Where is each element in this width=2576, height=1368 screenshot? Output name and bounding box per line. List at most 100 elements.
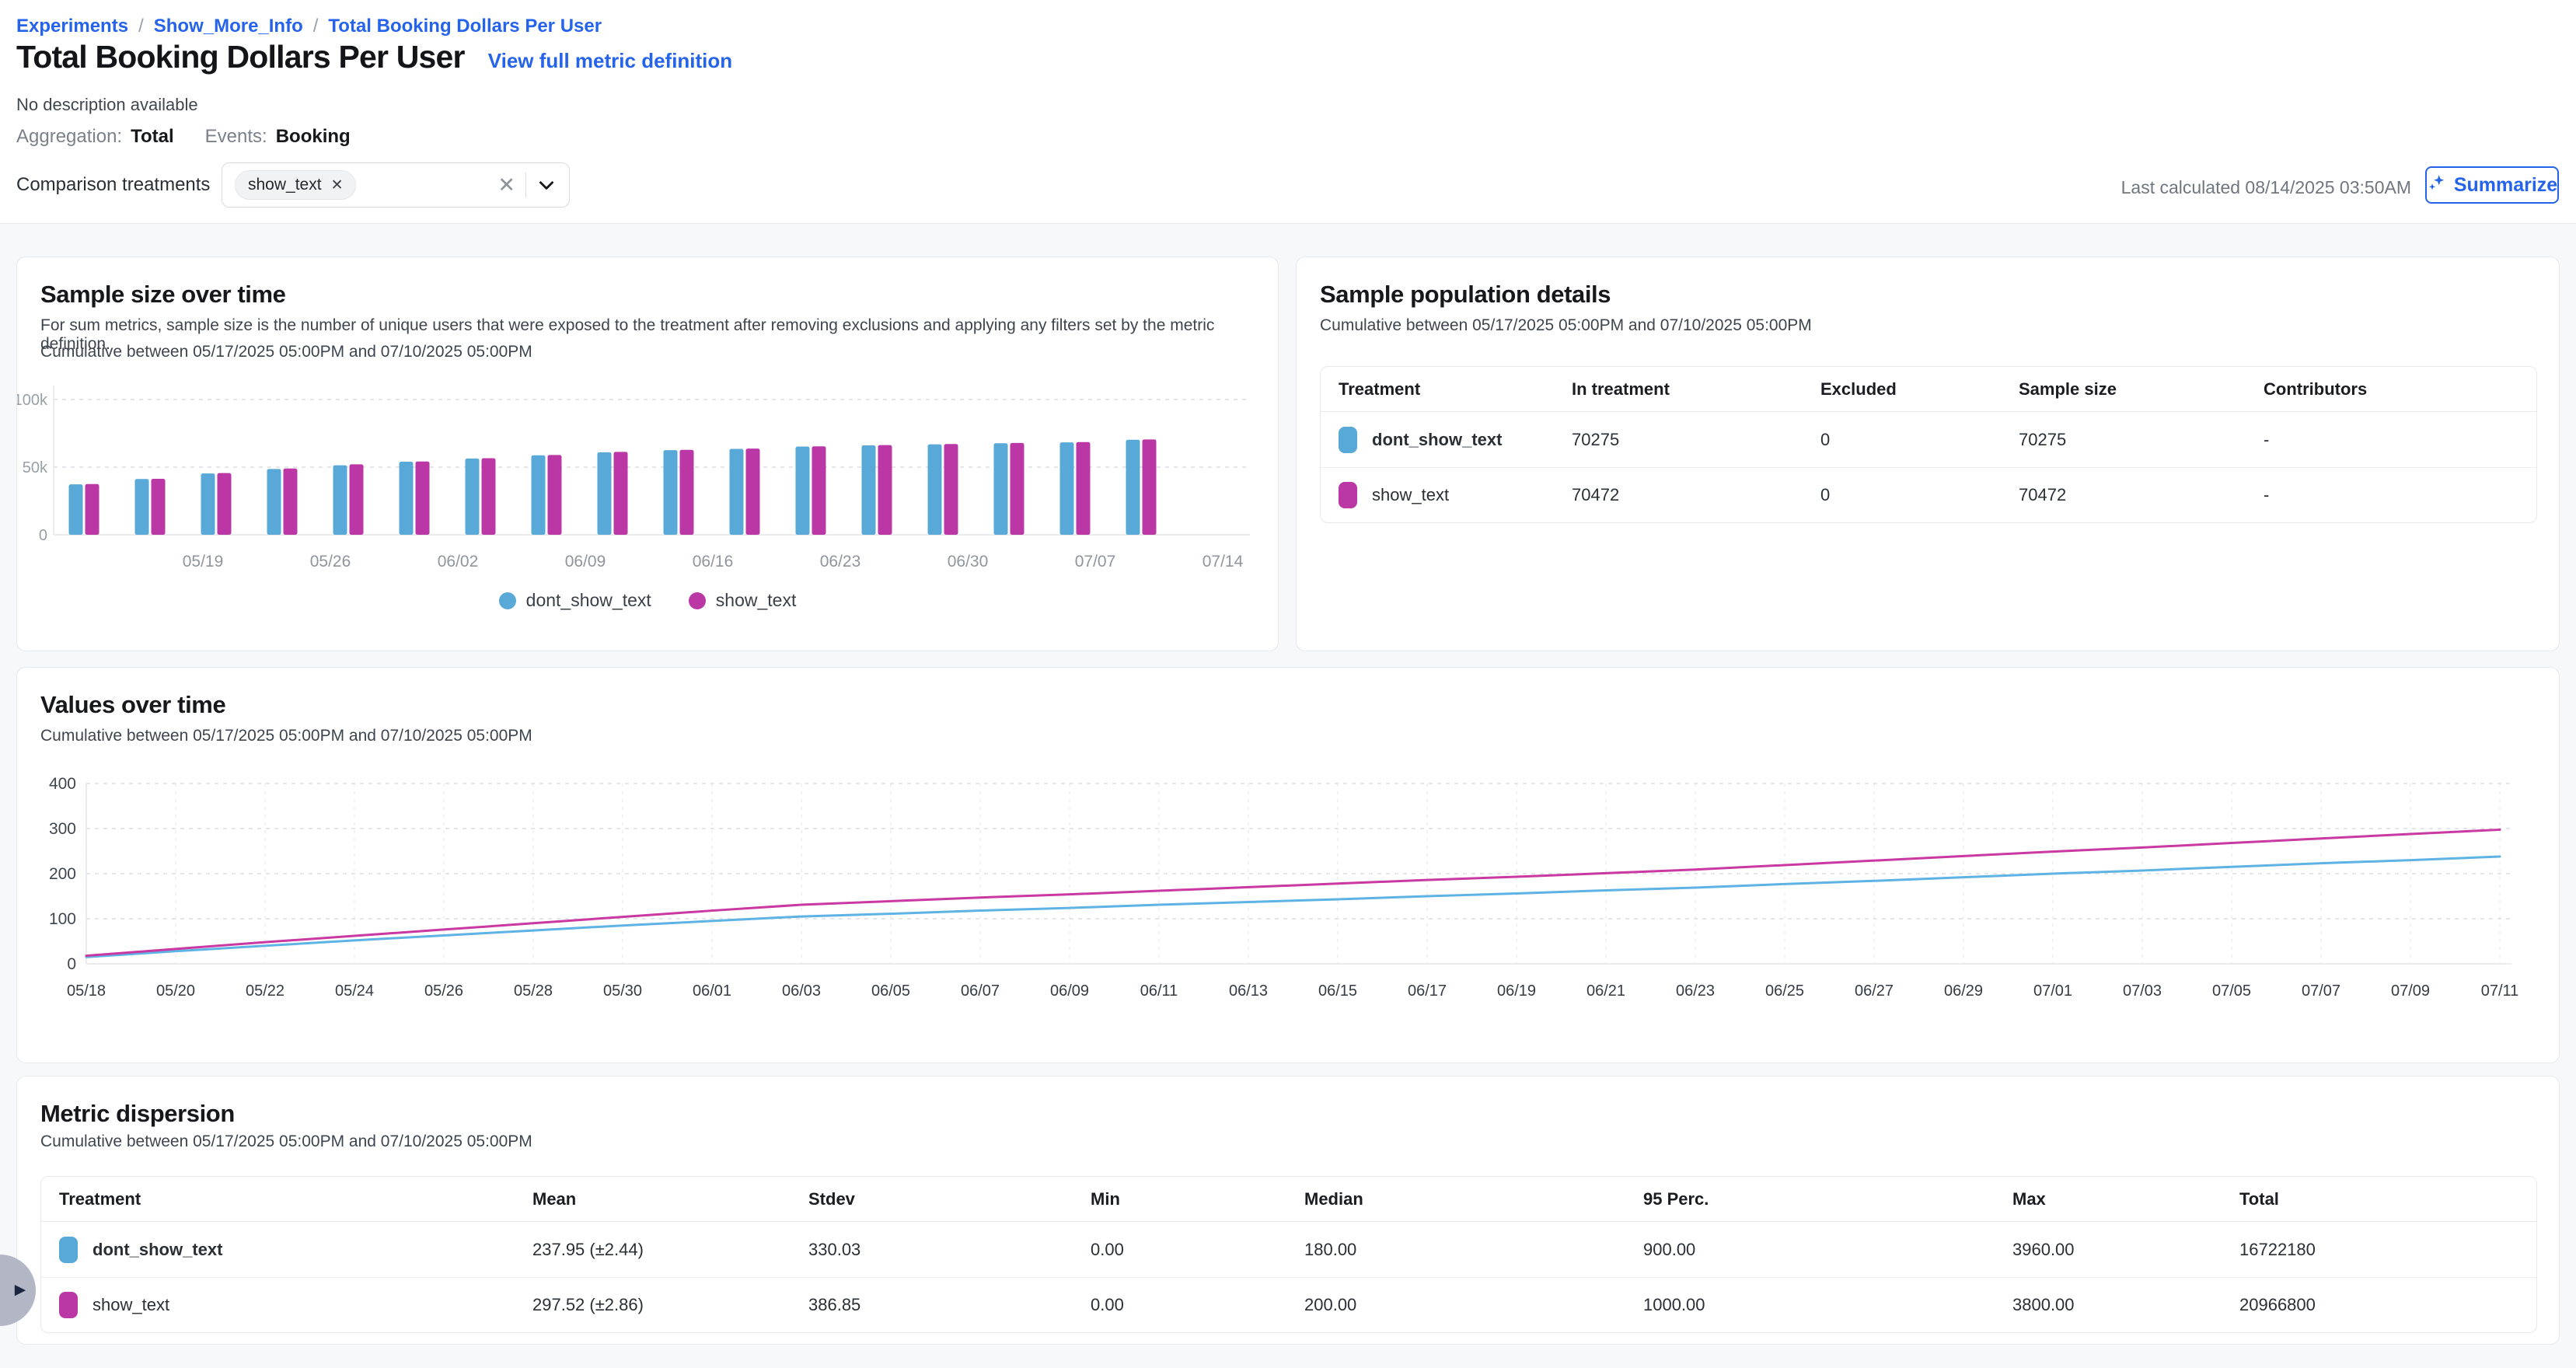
- treatment-swatch: [59, 1292, 78, 1318]
- sample-size-date-range: Cumulative between 05/17/2025 05:00PM an…: [40, 343, 532, 361]
- table-cell: 0: [1820, 485, 2019, 505]
- table-cell: 180.00: [1304, 1240, 1643, 1260]
- table-cell: 0: [1820, 430, 2019, 450]
- metric-dispersion-card: Metric dispersion Cumulative between 05/…: [16, 1076, 2560, 1345]
- bar-chart-svg: 050k100k05/1905/2606/0206/0906/1606/2306…: [17, 374, 1261, 578]
- svg-text:06/09: 06/09: [565, 553, 606, 571]
- svg-text:400: 400: [49, 775, 76, 793]
- svg-text:06/17: 06/17: [1408, 982, 1447, 1000]
- table-cell: 70275: [2019, 430, 2264, 450]
- table-cell: -: [2264, 430, 2536, 450]
- chip-remove-icon[interactable]: ✕: [331, 176, 344, 194]
- svg-text:50k: 50k: [23, 459, 48, 476]
- legend-dot: [689, 592, 706, 609]
- metric-dispersion-table: TreatmentMeanStdevMinMedian95 Perc.MaxTo…: [40, 1176, 2537, 1333]
- treatment-chip[interactable]: show_text ✕: [235, 170, 356, 200]
- summarize-label: Summarize: [2454, 174, 2557, 197]
- treatment-swatch: [59, 1237, 78, 1263]
- column-header: 95 Perc.: [1643, 1189, 2012, 1209]
- svg-text:06/25: 06/25: [1765, 982, 1804, 1000]
- table-cell: 1000.00: [1643, 1295, 2012, 1315]
- sample-population-date-range: Cumulative between 05/17/2025 05:00PM an…: [1320, 316, 1812, 335]
- svg-text:05/18: 05/18: [67, 982, 106, 1000]
- column-header: Min: [1091, 1189, 1304, 1209]
- svg-text:06/29: 06/29: [1944, 982, 1983, 1000]
- metric-meta: Aggregation: Total Events: Booking: [16, 126, 351, 148]
- treatment-name: dont_show_text: [92, 1240, 222, 1260]
- sample-size-title: Sample size over time: [40, 281, 286, 309]
- table-cell: -: [2264, 485, 2536, 505]
- svg-text:07/11: 07/11: [2481, 982, 2519, 1000]
- table-cell: 16722180: [2239, 1240, 2536, 1260]
- breadcrumb-experiment-name[interactable]: Show_More_Info: [154, 16, 303, 37]
- values-over-time-title: Values over time: [40, 691, 225, 719]
- legend-item-show_text[interactable]: show_text: [689, 590, 797, 611]
- view-metric-definition-link[interactable]: View full metric definition: [488, 49, 732, 73]
- summarize-button[interactable]: Summarize: [2425, 166, 2559, 204]
- table-row-dont_show_text: dont_show_text237.95 (±2.44)330.030.0018…: [41, 1222, 2536, 1277]
- breadcrumb-separator: /: [313, 16, 319, 37]
- svg-text:06/09: 06/09: [1050, 982, 1089, 1000]
- events-value: Booking: [276, 126, 351, 148]
- breadcrumb-experiments[interactable]: Experiments: [16, 16, 128, 37]
- column-header: Treatment: [1339, 379, 1572, 400]
- column-header: Mean: [532, 1189, 808, 1209]
- svg-text:06/23: 06/23: [820, 553, 861, 571]
- line-chart-svg: 05/1805/2005/2205/2405/2605/2805/3006/01…: [17, 769, 2560, 1006]
- svg-text:06/21: 06/21: [1586, 982, 1625, 1000]
- select-divider: [525, 173, 526, 197]
- table-row-dont_show_text: dont_show_text70275070275-: [1321, 412, 2536, 467]
- treatment-name: show_text: [92, 1295, 169, 1315]
- svg-text:07/03: 07/03: [2123, 982, 2162, 1000]
- values-line-chart: 05/1805/2005/2205/2405/2605/2805/3006/01…: [17, 769, 2560, 1010]
- svg-text:300: 300: [49, 820, 76, 838]
- svg-text:07/05: 07/05: [2212, 982, 2251, 1000]
- table-cell: 20966800: [2239, 1295, 2536, 1315]
- table-cell: 900.00: [1643, 1240, 2012, 1260]
- table-cell: 200.00: [1304, 1295, 1643, 1315]
- svg-text:07/07: 07/07: [2302, 982, 2340, 1000]
- column-header: Excluded: [1820, 379, 2019, 400]
- sample-size-card: Sample size over time For sum metrics, s…: [16, 256, 1279, 651]
- chevron-down-icon[interactable]: [536, 175, 557, 195]
- table-cell: 297.52 (±2.86): [532, 1295, 808, 1315]
- treatment-swatch: [1339, 427, 1357, 453]
- table-cell: 70472: [2019, 485, 2264, 505]
- svg-text:07/09: 07/09: [2391, 982, 2430, 1000]
- breadcrumb-metric-name[interactable]: Total Booking Dollars Per User: [328, 16, 602, 37]
- select-clear-icon[interactable]: ✕: [497, 175, 515, 196]
- svg-text:06/02: 06/02: [438, 553, 479, 571]
- table-cell: 3960.00: [2012, 1240, 2239, 1260]
- svg-text:06/19: 06/19: [1497, 982, 1536, 1000]
- sample-population-title: Sample population details: [1320, 281, 1611, 309]
- column-header: Max: [2012, 1189, 2239, 1209]
- svg-text:06/30: 06/30: [948, 553, 989, 571]
- svg-text:07/01: 07/01: [2033, 982, 2072, 1000]
- svg-text:06/27: 06/27: [1855, 982, 1894, 1000]
- table-cell: 70472: [1572, 485, 1820, 505]
- svg-text:07/14: 07/14: [1202, 553, 1244, 571]
- svg-text:05/26: 05/26: [310, 553, 351, 571]
- treatment-swatch: [1339, 482, 1357, 508]
- column-header: In treatment: [1572, 379, 1820, 400]
- events-label: Events:: [205, 126, 267, 148]
- svg-text:05/24: 05/24: [335, 982, 374, 1000]
- svg-text:05/28: 05/28: [514, 982, 553, 1000]
- legend-label: show_text: [716, 590, 797, 611]
- treatment-name: show_text: [1372, 485, 1449, 505]
- sample-population-table: TreatmentIn treatmentExcludedSample size…: [1320, 366, 2537, 523]
- metric-description: No description available: [16, 95, 198, 115]
- table-header-row: TreatmentMeanStdevMinMedian95 Perc.MaxTo…: [41, 1177, 2536, 1222]
- metric-dispersion-date-range: Cumulative between 05/17/2025 05:00PM an…: [40, 1132, 532, 1151]
- svg-text:06/15: 06/15: [1318, 982, 1357, 1000]
- svg-text:05/20: 05/20: [156, 982, 195, 1000]
- expand-arrow-icon: ►: [11, 1279, 30, 1301]
- breadcrumb: Experiments / Show_More_Info / Total Boo…: [16, 16, 602, 37]
- table-header-row: TreatmentIn treatmentExcludedSample size…: [1321, 367, 2536, 412]
- column-header: Median: [1304, 1189, 1643, 1209]
- legend-dot: [499, 592, 516, 609]
- aggregation-label: Aggregation:: [16, 126, 122, 148]
- table-cell: 237.95 (±2.44): [532, 1240, 808, 1260]
- comparison-treatments-select[interactable]: show_text ✕ ✕: [222, 162, 570, 208]
- legend-item-dont_show_text[interactable]: dont_show_text: [499, 590, 651, 611]
